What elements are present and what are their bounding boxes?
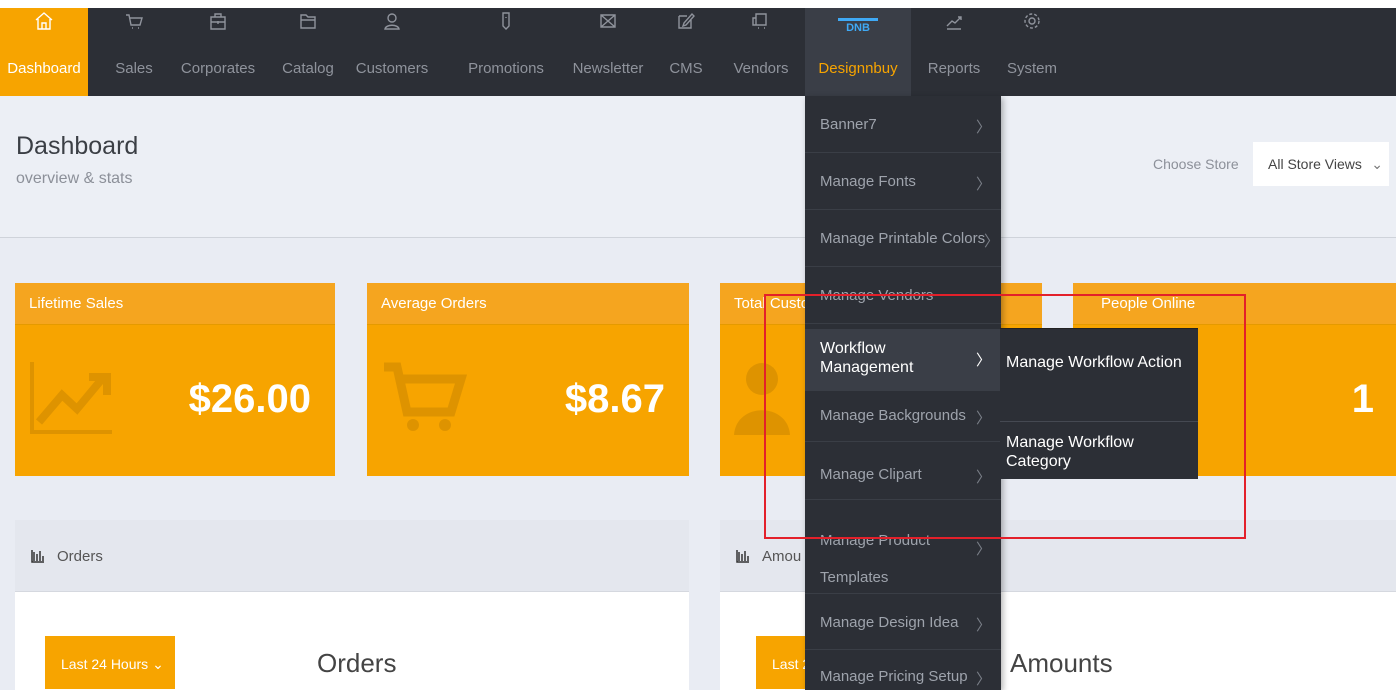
nav-customers[interactable]: Customers: [350, 8, 434, 96]
nav-corporates[interactable]: Corporates: [176, 8, 260, 96]
cart-icon: [379, 357, 469, 442]
card-value: $26.00: [188, 377, 311, 421]
bar-chart-icon: [736, 549, 750, 563]
nav-system-label: System: [1006, 60, 1057, 77]
range-dropdown-button[interactable]: Last 24 Hours ⌄: [45, 636, 175, 689]
store-select-value: All Store Views: [1268, 156, 1362, 172]
range-button-label: Last 24 Hours: [61, 656, 149, 672]
nav-reports-label: Reports: [927, 60, 981, 77]
nav-newsletter[interactable]: Newsletter: [568, 8, 648, 96]
nav-promotions[interactable]: Promotions: [462, 8, 550, 96]
nav-sales[interactable]: Sales: [104, 8, 164, 96]
menu-item-label: Manage Design Idea: [820, 614, 959, 631]
orders-panel-title: Orders: [57, 548, 103, 565]
amounts-chart-title: Amounts: [1010, 648, 1113, 678]
dnb-logo-wrap: DNB: [805, 10, 911, 36]
mail-icon: [568, 10, 648, 36]
chevron-right-icon: 〉: [975, 119, 991, 136]
chevron-down-icon: ⌄: [152, 656, 164, 672]
home-icon: [0, 10, 88, 36]
chevron-right-icon: 〉: [975, 541, 991, 558]
chevron-right-icon: 〉: [975, 176, 991, 193]
choose-store-label: Choose Store: [1153, 156, 1239, 172]
menu-item-label: Manage Pricing Setup: [820, 668, 968, 685]
menu-item-banner7[interactable]: Banner7 〉: [805, 96, 1001, 153]
nav-vendors-label: Vendors: [733, 60, 789, 77]
nav-corporates-label: Corporates: [180, 60, 256, 77]
dnb-logo-icon: DNB: [838, 18, 878, 38]
page-header: Dashboard overview & stats Choose Store …: [0, 96, 1396, 238]
highlight-annotation-box: [764, 294, 1246, 539]
chevron-right-icon: 〉: [983, 233, 999, 250]
card-title: Lifetime Sales: [15, 283, 335, 325]
menu-item-label: Banner7: [820, 116, 877, 133]
menu-item-manage-pricing-setup[interactable]: Manage Pricing Setup 〉: [805, 650, 1001, 690]
orders-chart-title: Orders: [317, 648, 397, 678]
cart-icon: [104, 10, 164, 36]
menu-item-manage-fonts[interactable]: Manage Fonts 〉: [805, 153, 1001, 210]
top-nav: Dashboard Sales Corporates Catalog Custo…: [0, 8, 1396, 96]
gear-icon: [1006, 10, 1058, 36]
card-title: Average Orders: [367, 283, 689, 325]
nav-dashboard-label: Dashboard: [7, 60, 81, 77]
tag-icon: [462, 10, 550, 36]
orders-panel: Orders Last 24 Hours ⌄ Orders: [15, 520, 689, 690]
top-strip: [0, 0, 1396, 8]
edit-icon: [666, 10, 706, 36]
amounts-panel-title: Amou: [762, 548, 802, 565]
chevron-down-icon: ⌄: [1371, 156, 1383, 172]
page-subtitle: overview & stats: [16, 170, 133, 187]
nav-vendors[interactable]: Vendors: [730, 8, 792, 96]
nav-catalog[interactable]: Catalog: [276, 8, 340, 96]
nav-promotions-label: Promotions: [468, 60, 544, 77]
nav-catalog-label: Catalog: [282, 60, 334, 77]
briefcase-icon: [176, 10, 260, 36]
chevron-right-icon: 〉: [975, 617, 991, 634]
nav-sales-label: Sales: [115, 60, 153, 77]
bar-chart-icon: [31, 549, 45, 563]
nav-newsletter-label: Newsletter: [572, 60, 644, 77]
store-select[interactable]: All Store Views ⌄: [1253, 142, 1389, 186]
menu-item-manage-printable-colors[interactable]: Manage Printable Colors 〉: [805, 210, 1001, 267]
chart-growth-icon: [27, 357, 117, 442]
truck-icon: [730, 10, 792, 36]
card-lifetime-sales: Lifetime Sales $26.00: [15, 283, 335, 476]
nav-cms[interactable]: CMS: [666, 8, 706, 96]
nav-reports[interactable]: Reports: [922, 8, 986, 96]
menu-item-label: Manage Printable Colors: [820, 230, 986, 247]
nav-dashboard[interactable]: Dashboard: [0, 8, 88, 96]
card-value: 1: [1351, 377, 1374, 421]
folder-icon: [276, 10, 340, 36]
page-title: Dashboard: [16, 132, 139, 160]
card-value: $8.67: [564, 377, 665, 421]
orders-panel-header: Orders: [15, 520, 689, 592]
nav-designnbuy[interactable]: DNB Designnbuy: [805, 8, 911, 96]
menu-item-manage-design-idea[interactable]: Manage Design Idea 〉: [805, 594, 1001, 650]
chart-line-icon: [922, 10, 986, 36]
chevron-right-icon: 〉: [975, 671, 991, 688]
nav-designnbuy-label: Designnbuy: [818, 60, 898, 77]
menu-item-label: Manage Fonts: [820, 173, 916, 190]
user-icon: [350, 10, 434, 36]
nav-customers-label: Customers: [355, 60, 429, 77]
nav-cms-label: CMS: [669, 60, 703, 77]
nav-system[interactable]: System: [1006, 8, 1058, 96]
card-average-orders: Average Orders $8.67: [367, 283, 689, 476]
